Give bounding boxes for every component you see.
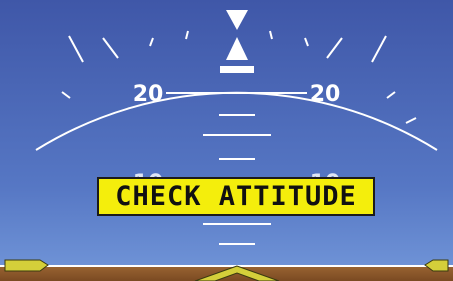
sky-pointer-bar: [220, 66, 254, 73]
aircraft-left-wing: [4, 259, 49, 272]
attitude-display: 20 20 10 10: [0, 0, 453, 281]
check-attitude-warning: CHECK ATTITUDE: [97, 177, 375, 216]
pitch-label-20-right: 20: [310, 82, 341, 107]
pitch-label-20-left: 20: [133, 82, 164, 107]
attitude-indicator: 20 20 10 10 CHECK ATTITUDE: [0, 0, 453, 281]
